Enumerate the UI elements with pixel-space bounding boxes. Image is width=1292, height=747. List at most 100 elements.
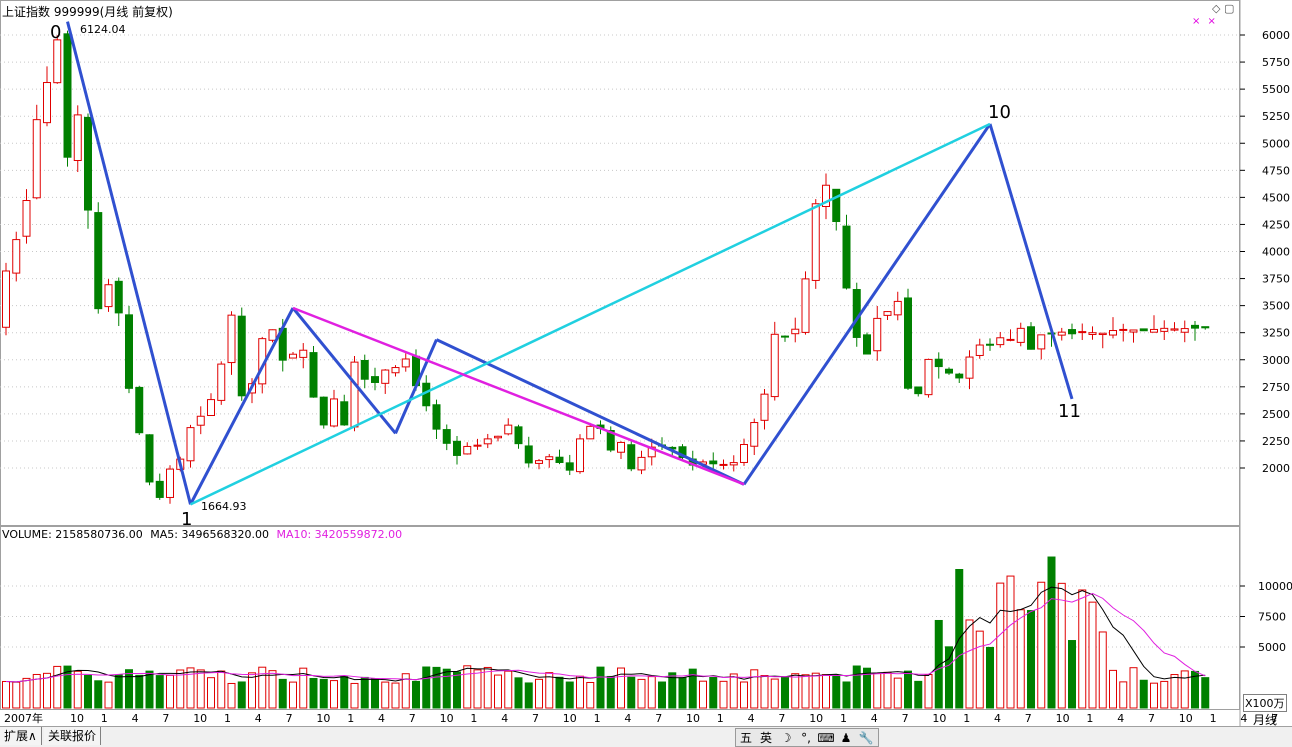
volume-unit-label: X100万 [1243,694,1287,712]
time-label: 1 [224,712,231,725]
high-price-label: 6124.04 [80,23,126,36]
time-label: 4 [378,712,385,725]
ime-user-icon[interactable]: ♟ [836,731,856,745]
candle-body [504,424,513,435]
candle-body [12,239,21,274]
volume-bar [330,680,338,709]
tab-expand[interactable]: 扩展∧ [0,727,42,745]
ma5-line [5,586,1206,683]
volume-bar [1057,582,1066,709]
volume-bar [176,669,185,709]
candle-body [1109,330,1117,336]
volume-bar [453,671,461,709]
candle-body [1068,329,1076,335]
ime-toolbar[interactable]: 五 英 ☽ °, ⌨ ♟ 🔧 [735,728,879,747]
time-label: 10 [809,712,823,725]
chart-title: 上证指数 999999(月线 前复权) [2,5,173,19]
volume-bar [1027,610,1035,709]
volume-bar [565,681,574,709]
volume-bar [750,669,759,709]
candle-body [719,463,728,466]
volume-bar [781,676,789,709]
time-label: 10 [1056,712,1070,725]
candle-body [1016,327,1025,343]
volume-bar [524,682,533,709]
price-tick-label: 2250 [1262,435,1290,448]
candle-body [432,404,441,430]
volume-bar [760,675,769,709]
candle-body [873,317,882,352]
candle-body [760,393,769,421]
volume-bar [627,676,636,709]
candle-body [2,270,10,328]
time-label: 4 [624,712,631,725]
volume-bar [350,682,359,709]
candle-body [801,278,810,333]
candle-body [883,311,892,316]
candle-body [166,468,174,498]
volume-bar [483,666,492,709]
candle-body [1088,332,1097,335]
candle-body [750,422,759,447]
ime-keyboard-icon[interactable]: ⌨ [816,731,836,745]
candle-body [955,373,964,379]
price-axis-labels: 2000 2250 2500 2750 3000 3250 3500 3750 4000 4250… [1240,29,1290,475]
candle-body [893,300,902,316]
time-label: 7 [532,712,539,725]
candle-body [904,297,912,389]
candle-body [73,114,82,161]
close-marker-icon[interactable]: × × [1192,16,1218,27]
ime-wubi-icon[interactable]: 五 [736,729,756,746]
price-tick-label: 3500 [1262,300,1290,313]
volume-bar [842,681,851,709]
volume-bar [1129,667,1138,709]
ime-settings-icon[interactable]: 🔧 [856,731,876,745]
price-tick-label: 5500 [1262,83,1290,96]
candle-body [832,188,841,223]
volume-bar [494,674,502,709]
volume-bar [278,678,287,709]
candle-body [1078,331,1087,334]
ime-punct-icon[interactable]: °, [796,731,816,745]
volume-bar [709,676,718,709]
time-label: 10 [70,712,84,725]
price-tick-label: 5250 [1262,110,1290,123]
ime-english-icon[interactable]: 英 [756,729,776,746]
volume-bar [1006,575,1015,709]
volume-bar [811,672,820,709]
volume-bar [1201,677,1210,709]
ime-moon-icon[interactable]: ☽ [776,731,796,745]
price-tick-label: 2000 [1262,462,1290,475]
volume-bar [729,673,738,709]
candle-body [494,435,502,439]
volume-bar [719,680,728,709]
volume-bar [1016,609,1025,709]
candle-body [791,328,800,335]
low-price-label: 1664.93 [201,500,247,513]
tab-related-quotes[interactable]: 关联报价 [44,727,102,745]
candle-body [811,203,820,281]
volume-value: VOLUME: 2158580736.00 [2,528,143,541]
volume-bar [473,669,482,709]
time-label: 7 [655,712,662,725]
kline-chart[interactable]: 2000 2250 2500 2750 3000 3250 3500 3750 4000 4250… [0,0,1292,726]
time-label: 7 [902,712,909,725]
candle-body [1201,326,1210,329]
wave-4-5 [435,338,745,486]
volume-bar [934,619,943,709]
time-label: 1 [1210,712,1217,725]
time-label: 4 [871,712,878,725]
volume-bar [319,678,328,709]
candle-body [350,361,359,428]
window-control-icons[interactable]: ◇ ▢ [1212,2,1234,15]
ma10-value: MA10: 3420559872.00 [276,528,403,541]
volume-bar [289,681,297,709]
candle-body [227,314,236,364]
volume-bar [514,677,523,709]
volume-bar [104,681,113,709]
time-label: 4 [994,712,1001,725]
price-tick-label: 4500 [1262,191,1290,204]
candle-body [986,343,994,346]
volume-bar [883,671,892,709]
time-label: 4 [501,712,508,725]
